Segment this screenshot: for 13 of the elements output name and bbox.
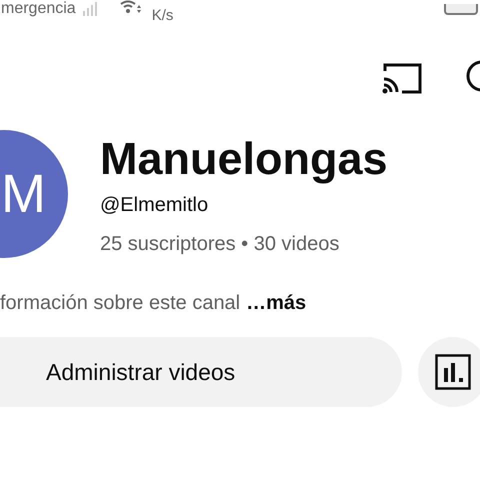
signal-icon	[82, 2, 98, 16]
channel-stats: 25 suscriptores • 30 videos	[100, 233, 340, 256]
channel-handle: @Elmemitlo	[100, 194, 210, 217]
channel-name: Manuelongas	[100, 132, 388, 186]
bar-chart-icon	[435, 354, 471, 390]
more-link[interactable]: …más	[246, 292, 306, 315]
channel-description: formación sobre este canal	[0, 292, 240, 315]
network-speed: K/s	[152, 8, 174, 24]
wifi-icon	[120, 0, 142, 14]
carrier-text: mergencia	[1, 0, 76, 19]
cast-icon[interactable]	[382, 62, 422, 94]
manage-videos-button[interactable]: Administrar videos	[0, 337, 402, 407]
avatar-letter: M	[1, 163, 47, 225]
